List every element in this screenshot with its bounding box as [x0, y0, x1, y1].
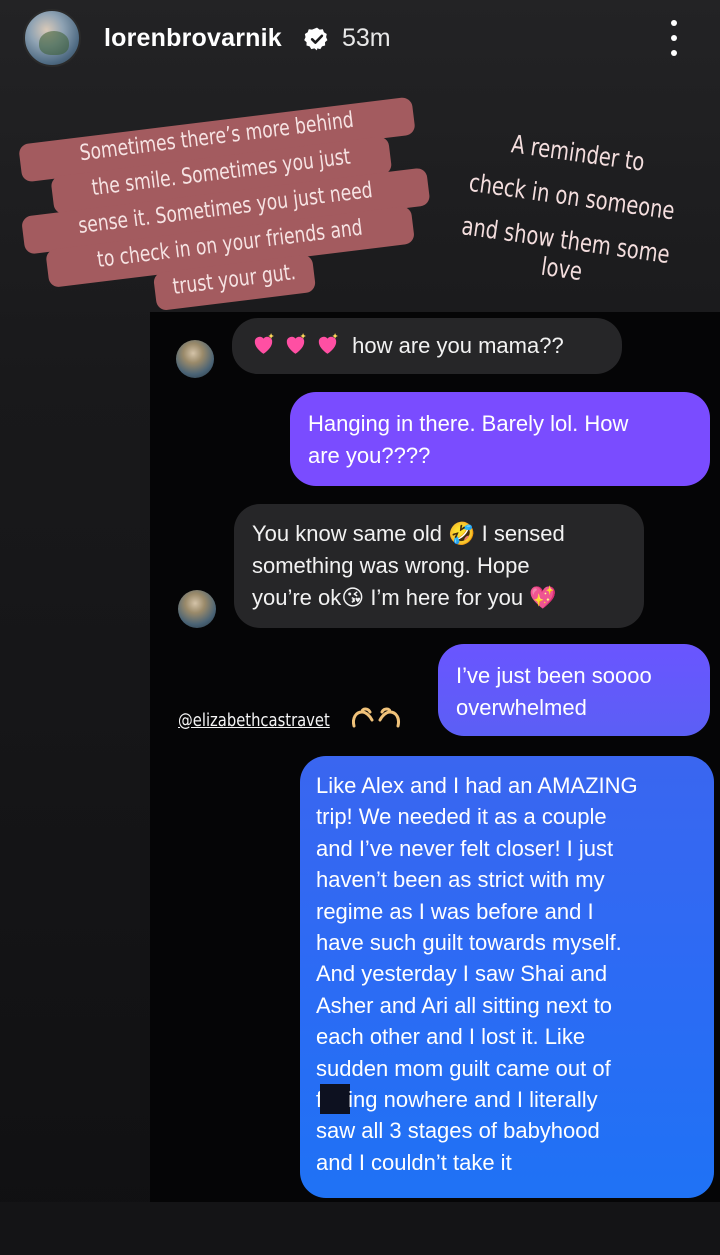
message-line: Asher and Ari all sitting next to — [316, 992, 612, 1018]
user-mention[interactable]: @elizabethcastravet — [178, 710, 330, 731]
message-bubble-incoming: You know same old 🤣 I sensed something w… — [234, 504, 644, 628]
sender-avatar — [178, 590, 216, 628]
story-header: lorenbrovarnik 53m — [0, 0, 720, 80]
message-line: Like Alex and I had an AMAZING — [316, 773, 638, 798]
message-line: and I’ve never felt closer! I just — [316, 835, 614, 861]
heart-hands-icon — [352, 707, 400, 728]
verified-badge-icon — [304, 27, 328, 51]
message-bubble-outgoing: Like Alex and I had an AMAZING trip! We … — [300, 756, 714, 1198]
post-time: 53m — [342, 24, 391, 52]
message-fragment: ing nowhere and I literally — [348, 1087, 598, 1113]
message-bubble-incoming: how are you mama?? — [232, 318, 622, 374]
censor-block — [320, 1084, 351, 1115]
message-line: saw all 3 stages of babyhood — [316, 1118, 600, 1144]
message-bubble-outgoing: I’ve just been soooo overwhelmed — [438, 644, 710, 736]
message-line: Hanging in there. Barely lol. How — [308, 411, 629, 436]
message-line: trip! We needed it as a couple — [316, 804, 607, 830]
message-line: each other and I lost it. Like — [316, 1024, 586, 1050]
message-line: sudden mom guilt came out of — [316, 1055, 611, 1081]
message-line: haven’t been as strict with my — [316, 867, 605, 893]
more-options-icon[interactable] — [664, 20, 684, 56]
message-line: have such guilt towards myself. — [316, 930, 622, 956]
sender-avatar — [176, 340, 214, 378]
sparkling-heart-icon — [286, 333, 306, 354]
bottom-strip — [0, 1202, 720, 1255]
message-line: are you???? — [308, 443, 431, 468]
message-line: regime as I was before and I — [316, 898, 594, 924]
message-line: you’re ok😘 I’m here for you 💖 — [252, 585, 557, 610]
sparkling-heart-icon — [318, 333, 338, 354]
message-line: something was wrong. Hope — [252, 553, 530, 578]
message-text: how are you mama?? — [352, 333, 564, 358]
message-line: f ing nowhere and I literally — [316, 1084, 698, 1115]
sparkling-heart-icon — [254, 333, 274, 354]
username[interactable]: lorenbrovarnik — [104, 24, 282, 53]
message-line: overwhelmed — [456, 695, 587, 720]
message-line: and I couldn’t take it — [316, 1149, 512, 1175]
message-line: You know same old 🤣 I sensed — [252, 521, 565, 546]
message-line: And yesterday I saw Shai and — [316, 961, 608, 987]
message-line: I’ve just been soooo — [456, 663, 652, 688]
profile-avatar[interactable] — [23, 9, 81, 67]
message-bubble-outgoing: Hanging in there. Barely lol. How are yo… — [290, 392, 710, 486]
